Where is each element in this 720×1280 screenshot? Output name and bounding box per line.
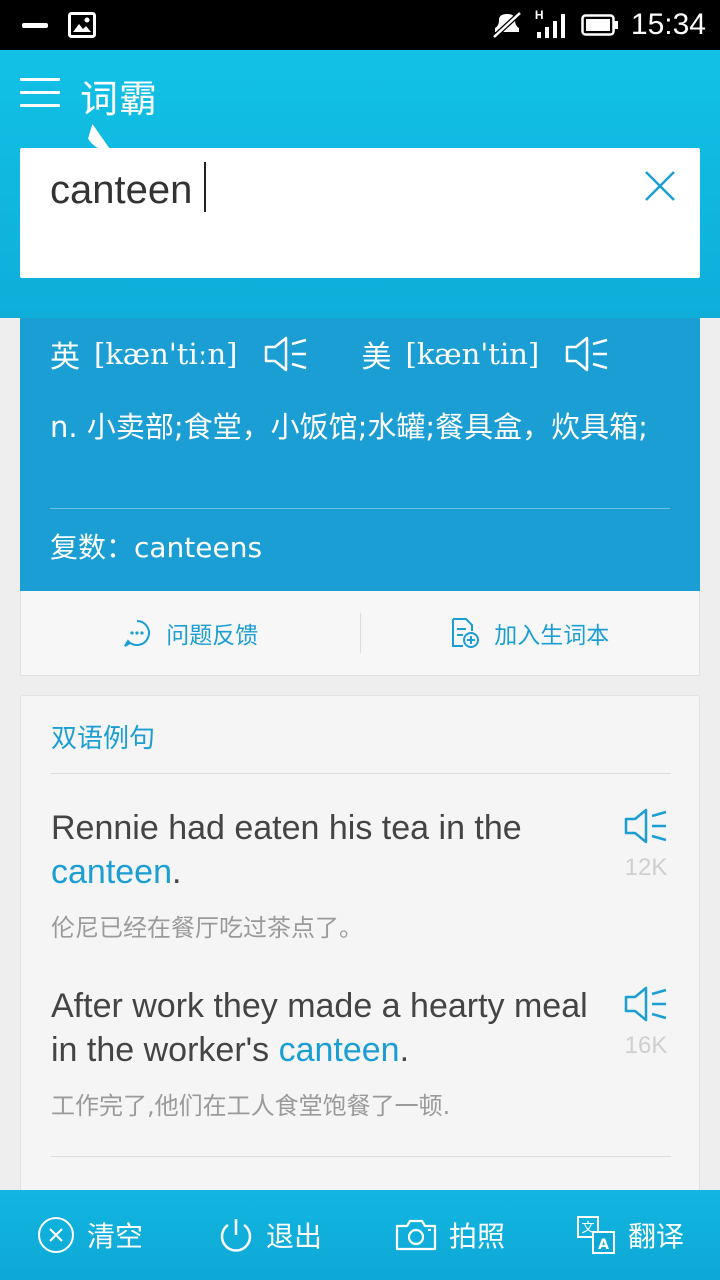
translate-icon: 文A xyxy=(576,1216,615,1254)
exit-button[interactable]: 退出 xyxy=(180,1190,360,1280)
definition-card: 英 [kæn'tiːn] 美 [kæn'tin] n. 小卖部;食堂，小饭馆;水… xyxy=(20,318,700,591)
uk-phonetic: [kæn'tiːn] xyxy=(94,337,238,371)
highlighted-word: canteen xyxy=(51,853,172,891)
plural-form: 复数：canteens xyxy=(50,531,263,564)
example-english: After work they made a hearty meal in th… xyxy=(51,987,588,1069)
camera-icon xyxy=(395,1219,437,1251)
highlighted-word: canteen xyxy=(278,1031,400,1069)
speaker-icon[interactable] xyxy=(622,984,670,1024)
example-audio[interactable]: 12K xyxy=(621,806,671,882)
silent-mode-icon xyxy=(492,11,522,39)
signal-indicator: H xyxy=(535,8,569,40)
add-wordbook-button[interactable]: 加入生词本 xyxy=(361,591,700,675)
feedback-label: 问题反馈 xyxy=(166,623,259,649)
us-phonetic: [kæn'tin] xyxy=(405,337,540,371)
us-label: 美 xyxy=(361,340,392,375)
clock: 15:34 xyxy=(630,8,706,41)
text-cursor xyxy=(204,162,206,212)
bottom-toolbar: 清空 退出 拍照 文A 翻译 xyxy=(0,1190,720,1280)
definition-text: n. 小卖部;食堂，小饭馆;水罐;餐具盒，炊具箱; xyxy=(50,410,648,444)
app-title: 词霸 xyxy=(80,77,159,121)
search-input[interactable] xyxy=(50,166,610,214)
divider xyxy=(51,773,671,774)
speaker-icon[interactable] xyxy=(563,334,611,374)
example-english: Rennie had eaten his tea in the canteen. xyxy=(51,809,522,891)
example-chinese: 工作完了,他们在工人食堂饱餐了一顿. xyxy=(51,1092,451,1120)
bilingual-examples-card: 双语例句 Rennie had eaten his tea in the can… xyxy=(20,695,700,1215)
play-count: 16K xyxy=(624,1032,668,1059)
section-title: 双语例句 xyxy=(51,724,156,754)
signal-icon xyxy=(536,14,565,38)
exit-label: 退出 xyxy=(265,1220,322,1253)
chat-bubble-icon xyxy=(124,620,151,647)
example-chinese: 伦尼已经在餐厅吃过茶点了。 xyxy=(51,914,363,942)
clear-button[interactable]: 清空 xyxy=(0,1190,180,1280)
feedback-button[interactable]: 问题反馈 xyxy=(21,591,360,675)
image-notification-icon xyxy=(68,12,96,38)
battery-icon xyxy=(581,14,618,36)
divider xyxy=(51,1156,671,1157)
photo-button[interactable]: 拍照 xyxy=(360,1190,540,1280)
app-header: 词霸 xyxy=(0,50,720,318)
uk-label: 英 xyxy=(50,340,80,375)
example-item: After work they made a hearty meal in th… xyxy=(51,984,671,1121)
add-wordbook-label: 加入生词本 xyxy=(494,623,610,649)
minus-icon xyxy=(22,23,48,28)
example-item: Rennie had eaten his tea in the canteen.… xyxy=(51,806,671,943)
speaker-icon[interactable] xyxy=(622,806,670,846)
translate-button[interactable]: 文A 翻译 xyxy=(540,1190,720,1280)
clear-circle-icon xyxy=(37,1217,74,1253)
play-count: 12K xyxy=(624,854,668,881)
action-row: 问题反馈 加入生词本 xyxy=(20,591,700,676)
divider xyxy=(50,508,670,509)
photo-label: 拍照 xyxy=(448,1220,505,1253)
menu-icon[interactable] xyxy=(20,78,60,110)
svg-text:A: A xyxy=(598,1237,609,1253)
close-icon[interactable] xyxy=(642,168,678,204)
clear-label: 清空 xyxy=(86,1220,143,1253)
translate-label: 翻译 xyxy=(627,1220,684,1253)
speaker-icon[interactable] xyxy=(262,334,310,374)
status-bar: H 15:34 xyxy=(0,0,720,50)
example-audio[interactable]: 16K xyxy=(621,984,671,1060)
search-box xyxy=(20,148,700,278)
power-icon xyxy=(220,1219,252,1252)
phonetics-row: 英 [kæn'tiːn] 美 [kæn'tin] xyxy=(50,332,611,376)
add-document-icon xyxy=(452,618,480,648)
